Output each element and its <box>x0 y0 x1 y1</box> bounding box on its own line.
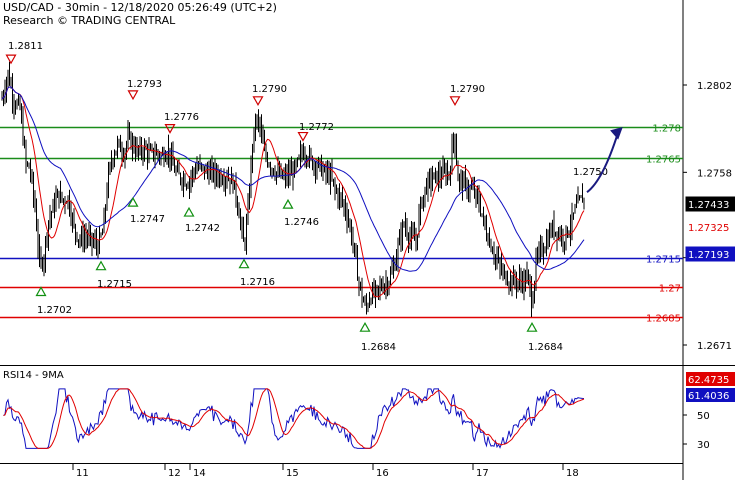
price-tag-label: 1.27193 <box>688 250 729 261</box>
swing-high-marker <box>297 131 309 142</box>
forecast-arrow-head <box>610 126 623 140</box>
swing-high-label: 1.2811 <box>8 41 43 52</box>
chart-source: Research © TRADING CENTRAL <box>3 14 176 27</box>
swing-low-marker <box>183 206 195 217</box>
forecast-arrow-line <box>586 132 619 193</box>
swing-low-marker <box>238 258 250 269</box>
price-bars <box>1 61 585 317</box>
time-axis-tick-label: 16 <box>376 468 389 479</box>
price-tag-label: 1.27325 <box>688 223 729 234</box>
time-axis-tick-label: 15 <box>286 468 299 479</box>
swing-low-marker <box>526 321 538 332</box>
chart-title: USD/CAD - 30min - 12/18/2020 05:26:49 (U… <box>3 1 277 14</box>
swing-high-label: 1.2790 <box>450 84 485 95</box>
rsi-tag-label: 62.4735 <box>688 375 729 386</box>
level-label: 1.2685 <box>646 314 681 325</box>
swing-low-marker <box>95 260 107 271</box>
swing-low-label: 1.2684 <box>528 342 563 353</box>
rsi-title: RSI14 - 9MA <box>3 370 64 381</box>
price-axis-tick-label: 1.2802 <box>697 81 732 92</box>
swing-high-marker <box>164 124 176 134</box>
swing-low-label: 1.2715 <box>97 279 132 290</box>
swing-high-marker <box>127 90 139 101</box>
swing-high-label: 1.2793 <box>127 79 162 90</box>
swing-high-label: 1.2790 <box>252 84 287 95</box>
rsi-axis-tick-label: 50 <box>697 411 710 422</box>
swing-low-marker <box>35 286 47 297</box>
swing-high-label: 1.2776 <box>164 112 199 123</box>
time-axis-tick-label: 17 <box>476 468 489 479</box>
swing-low-label: 1.2716 <box>240 277 275 288</box>
swing-low-label: 1.2746 <box>284 217 319 228</box>
price-axis-tick-label: 1.2758 <box>697 168 732 179</box>
level-label: 1.27 <box>659 284 681 295</box>
level-label: 1.2765 <box>646 155 681 166</box>
swing-low-marker <box>359 321 371 332</box>
swing-low-marker <box>282 198 294 209</box>
price-tag-label: 1.27433 <box>688 200 729 211</box>
level-label: 1.278 <box>652 124 681 135</box>
time-axis-tick-label: 18 <box>566 468 579 479</box>
swing-low-label: 1.2747 <box>130 214 165 225</box>
chart-stage: USD/CAD - 30min - 12/18/2020 05:26:49 (U… <box>0 0 735 480</box>
rsi-line <box>3 388 585 449</box>
swing-high-marker <box>252 96 264 107</box>
swing-high-marker <box>5 54 17 65</box>
swing-high-label: 1.2772 <box>299 122 334 133</box>
price-axis-tick-label: 1.2671 <box>697 341 732 352</box>
swing-low-label: 1.2684 <box>361 342 396 353</box>
swing-high-marker <box>449 96 461 107</box>
time-axis-tick-label: 12 <box>168 468 181 479</box>
level-label: 1.2715 <box>646 255 681 266</box>
rsi-tag-label: 61.4036 <box>688 391 729 402</box>
swing-low-label: 1.2742 <box>185 223 220 234</box>
rsi-axis-tick-label: 30 <box>697 440 710 451</box>
swing-low-label: 1.2702 <box>37 305 72 316</box>
time-axis-tick-label: 11 <box>76 468 89 479</box>
time-axis-tick-label: 14 <box>193 468 206 479</box>
chart-svg: 1.2802 1.2758 1.2715 1.2671 50 30 11 12 14 15 16 17… <box>0 0 735 480</box>
